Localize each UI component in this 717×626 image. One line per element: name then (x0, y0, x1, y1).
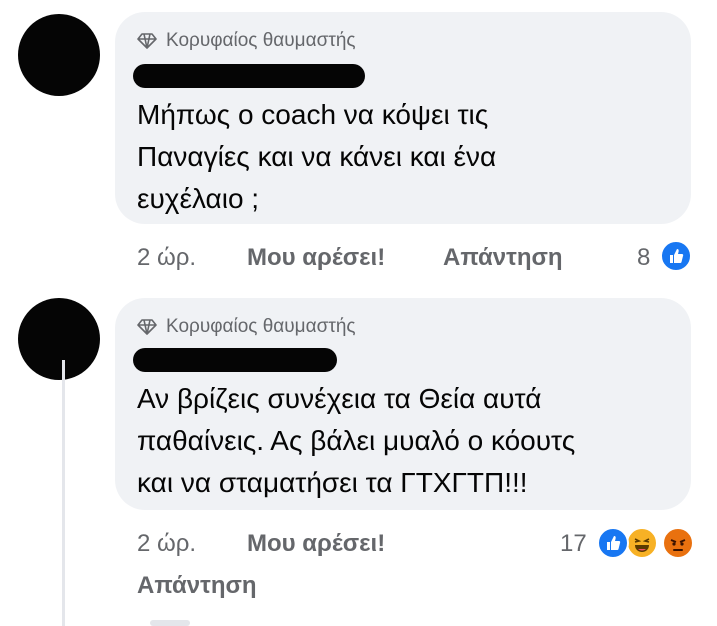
avatar[interactable] (18, 14, 100, 96)
reply-button[interactable]: Απάντηση (137, 572, 257, 600)
like-icon (597, 527, 629, 559)
comment-bubble: Κορυφαίος θαυμαστής Αν βρίζεις συνέχεια … (115, 298, 691, 510)
top-fan-badge: Κορυφαίος θαυμαστής (137, 30, 356, 52)
author-name-redacted[interactable] (133, 64, 365, 88)
badge-label: Κορυφαίος θαυμαστής (166, 316, 356, 337)
reply-button[interactable]: Απάντηση (443, 244, 563, 272)
comment-text: Αν βρίζεις συνέχεια τα Θεία αυτά παθαίνε… (137, 383, 576, 498)
avatar[interactable] (18, 298, 100, 380)
haha-icon (626, 527, 658, 559)
like-icon (660, 240, 692, 272)
angry-icon (662, 527, 694, 559)
badge-label: Κορυφαίος θαυμαστής (166, 30, 356, 51)
diamond-icon (137, 33, 157, 49)
like-button[interactable]: Μου αρέσει! (247, 530, 385, 558)
comment-text: Μήπως ο coach να κόψει τις Παναγίες και … (137, 99, 497, 214)
next-item-edge (150, 620, 190, 626)
reply-thread-line (62, 360, 65, 626)
comment-timestamp[interactable]: 2 ώρ. (137, 244, 196, 272)
comment-bubble: Κορυφαίος θαυμαστής Μήπως ο coach να κόψ… (115, 12, 691, 224)
reaction-count[interactable]: 17 (560, 530, 587, 558)
like-button[interactable]: Μου αρέσει! (247, 244, 385, 272)
diamond-icon (137, 319, 157, 335)
top-fan-badge: Κορυφαίος θαυμαστής (137, 316, 356, 338)
reaction-count[interactable]: 8 (637, 244, 650, 272)
author-name-redacted[interactable] (133, 348, 337, 372)
comment-timestamp[interactable]: 2 ώρ. (137, 530, 196, 558)
